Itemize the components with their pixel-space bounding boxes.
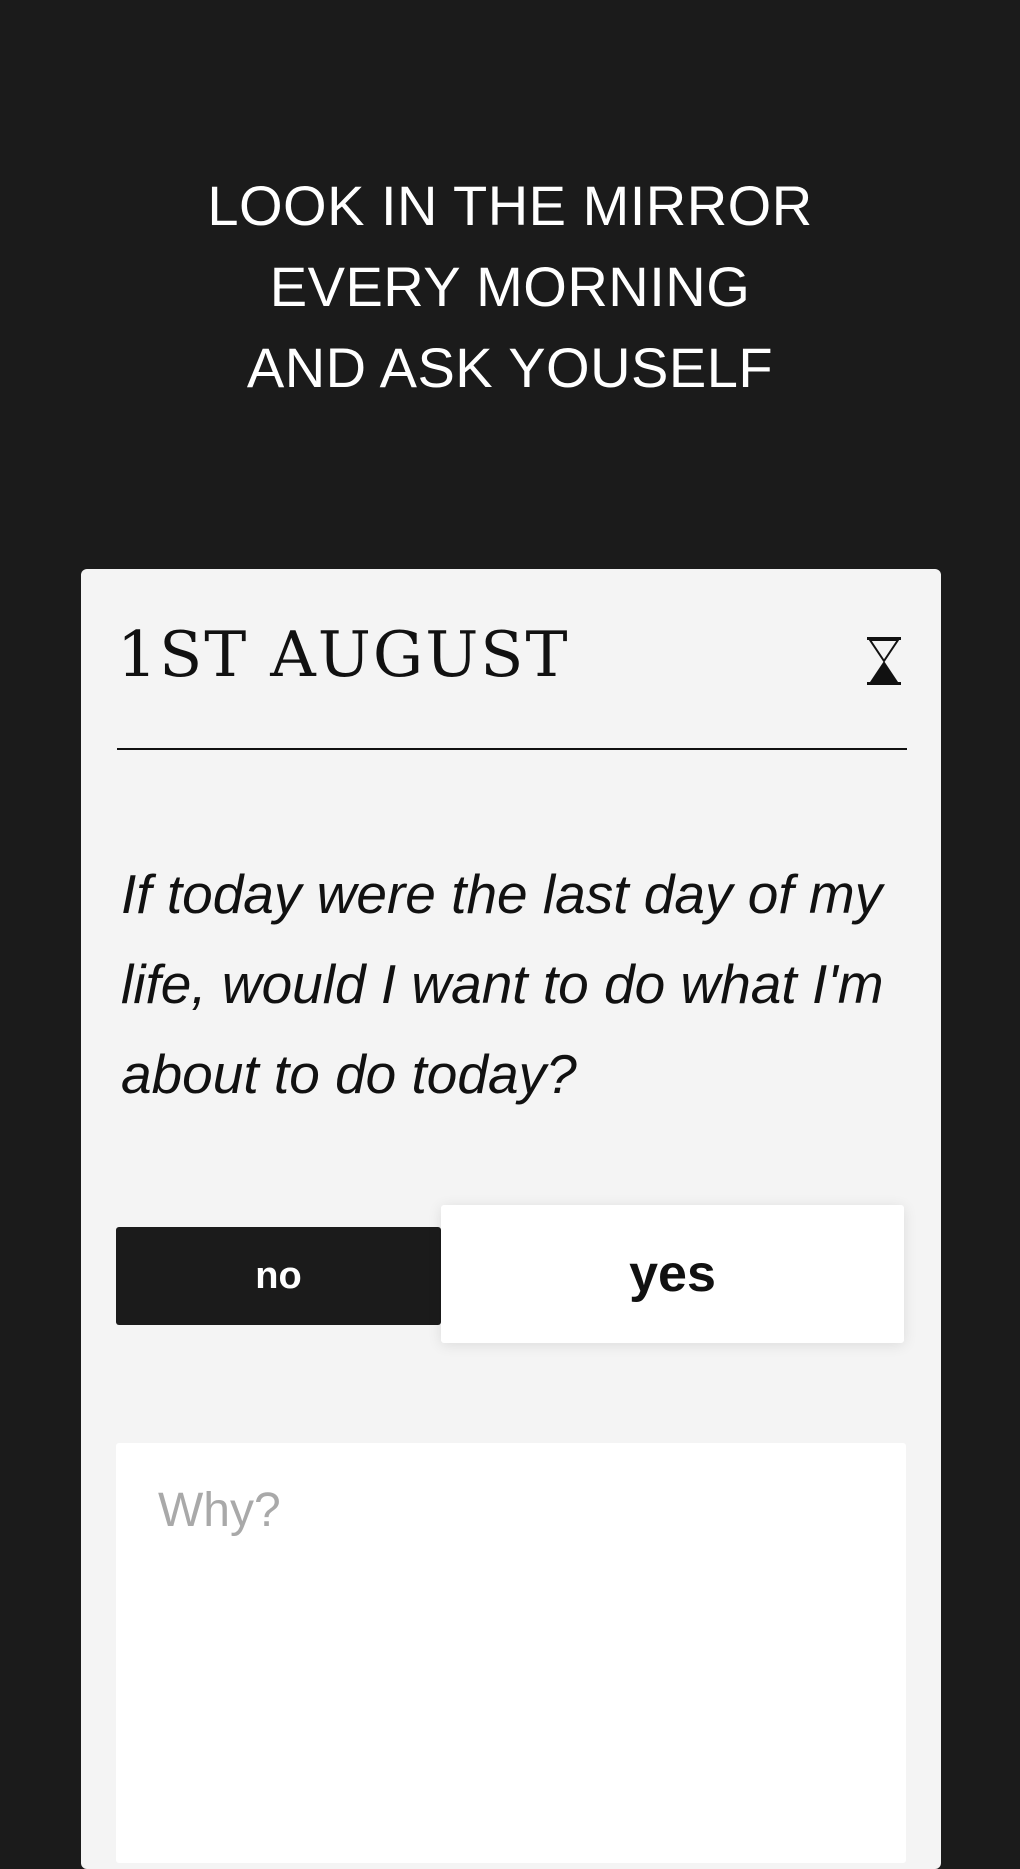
hourglass-icon[interactable] xyxy=(867,637,901,685)
title-line-3: AND ASK YOUSELF xyxy=(246,336,774,399)
page-title: LOOK IN THE MIRROR EVERY MORNING AND ASK… xyxy=(0,165,1020,408)
yes-button[interactable]: yes xyxy=(441,1205,904,1343)
title-line-1: LOOK IN THE MIRROR xyxy=(207,174,813,237)
divider xyxy=(117,748,907,750)
why-field[interactable] xyxy=(116,1443,906,1863)
title-line-2: EVERY MORNING xyxy=(269,255,751,318)
question-text: If today were the last day of my life, w… xyxy=(121,863,884,1105)
no-button[interactable]: no xyxy=(116,1227,441,1325)
question-card: 1ST AUGUST If today were the last day of… xyxy=(81,569,941,1869)
date-heading: 1ST AUGUST xyxy=(117,618,570,691)
